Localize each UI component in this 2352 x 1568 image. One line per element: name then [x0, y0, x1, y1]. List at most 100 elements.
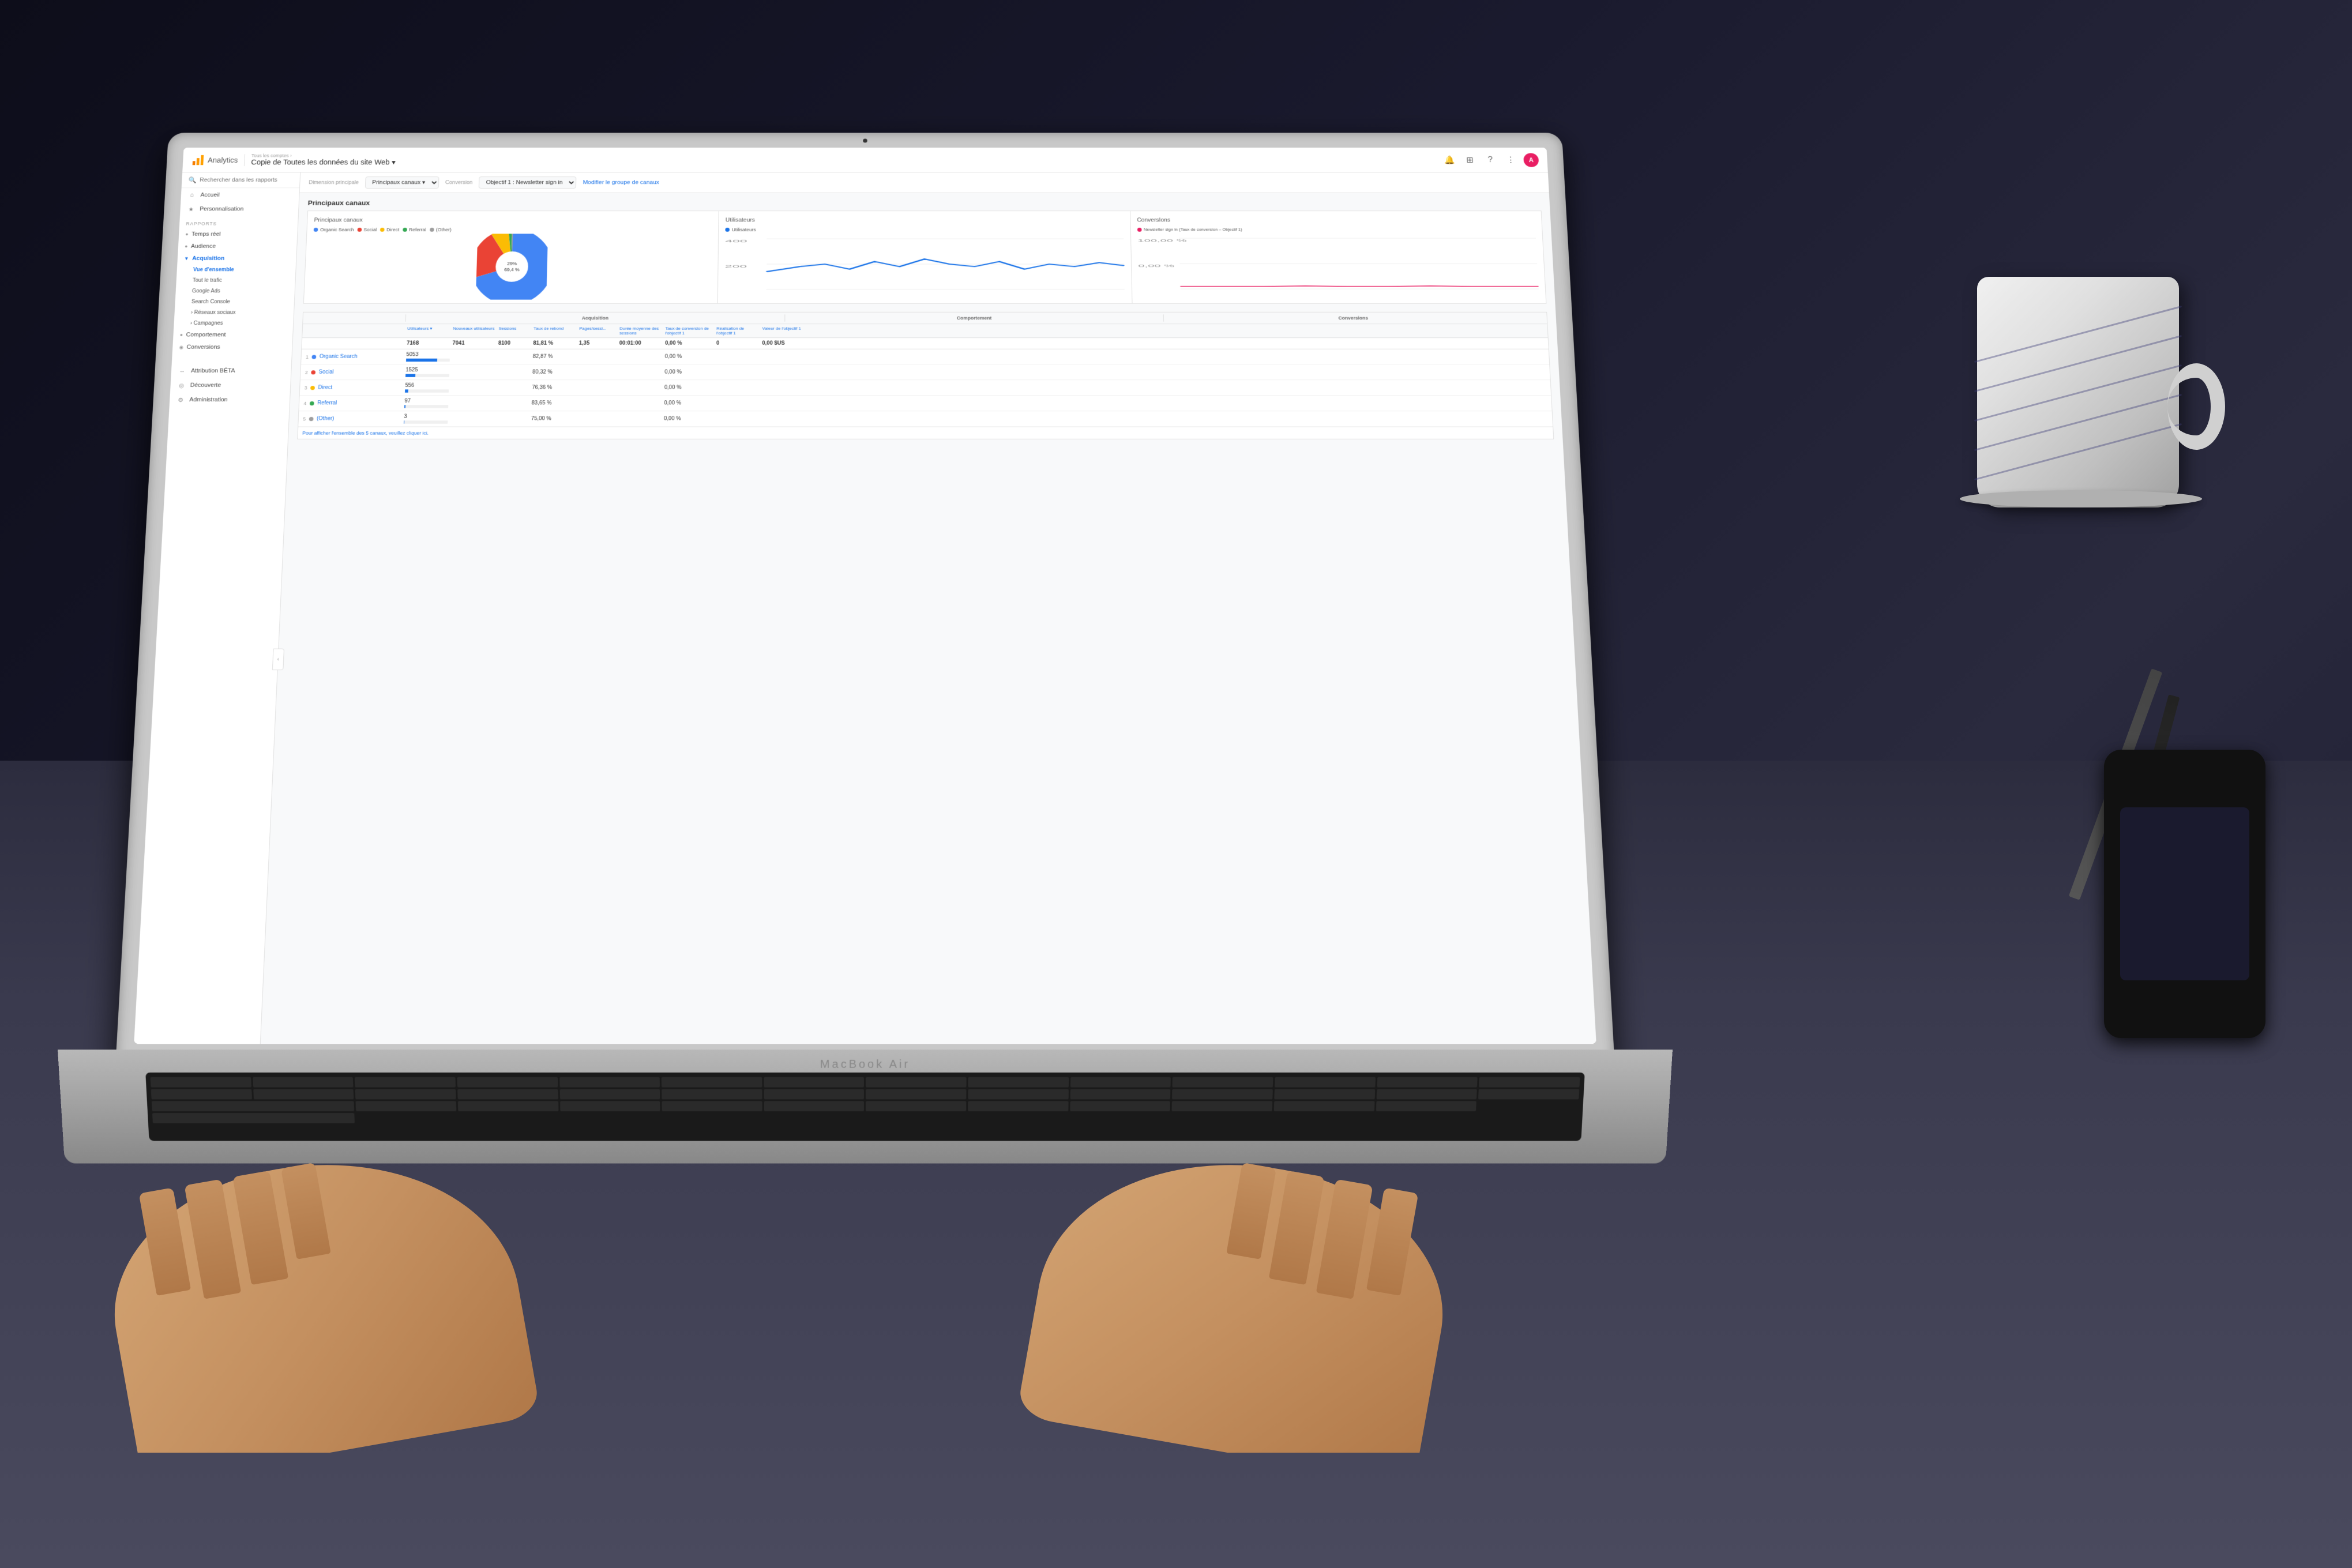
attribution-label: Attribution BÊTA: [191, 368, 235, 374]
key[interactable]: [559, 1077, 660, 1088]
taux-rebond-cell: 83,65 %: [532, 400, 576, 406]
key[interactable]: [559, 1089, 660, 1100]
page-title: Copie de Toutes les données du site Web …: [251, 158, 1436, 167]
sidebar-item-temps-reel[interactable]: ● Temps réel: [179, 228, 298, 240]
table-row: 4 Referral 97 83,65 %0,00 %: [299, 396, 1551, 411]
col-realisation[interactable]: Réalisation de l'objectif 1: [716, 326, 760, 336]
more-icon[interactable]: ⋮: [1503, 153, 1519, 167]
ga-title-section: Tous les comptes › Copie de Toutes les d…: [251, 153, 1436, 167]
pie-chart-panel: Principaux canaux Organic Search Social: [304, 211, 719, 303]
sidebar-item-conversions[interactable]: ◉ Conversions: [172, 341, 292, 353]
pie-chart-container: 29% 69,4 %: [311, 236, 712, 297]
line-chart-users-panel: Utilisateurs Utilisateurs 400: [718, 211, 1132, 303]
conv-line-chart: 100,00 % 0,00 % 3 août 10 août: [1137, 236, 1539, 296]
objectif-select[interactable]: Objectif 1 : Newsletter sign in: [479, 176, 576, 189]
user-avatar[interactable]: A: [1523, 153, 1539, 167]
key[interactable]: [1070, 1077, 1171, 1088]
smartphone: [2104, 750, 2265, 1038]
sidebar-item-decouverte[interactable]: ◎ Découverte: [170, 378, 291, 393]
newsletter-dot: [1137, 227, 1142, 231]
key[interactable]: [968, 1077, 1069, 1088]
sidebar-item-google-ads[interactable]: Google Ads: [175, 286, 295, 297]
key[interactable]: [151, 1089, 252, 1100]
principaux-canaux-select[interactable]: Principaux canaux ▾: [365, 176, 439, 189]
col-taux-rebond[interactable]: Taux de rebond: [533, 326, 577, 336]
sidebar-item-tout-trafic[interactable]: Tout le trafic: [176, 275, 295, 285]
key[interactable]: [253, 1089, 354, 1100]
sidebar-item-comportement[interactable]: ● Comportement: [173, 329, 293, 341]
right-hand: [1016, 1131, 1464, 1453]
key[interactable]: [151, 1077, 251, 1088]
sidebar-item-acquisition[interactable]: ▼ Acquisition: [177, 253, 296, 265]
table-footer-link[interactable]: Pour afficher l'ensemble des 5 canaux, v…: [298, 427, 1553, 439]
row-rank: 4: [303, 401, 306, 406]
help-icon[interactable]: ?: [1482, 153, 1498, 167]
sidebar-item-vue-ensemble[interactable]: Vue d'ensemble: [176, 265, 296, 275]
key[interactable]: [1479, 1077, 1580, 1088]
referral-label: Referral: [409, 227, 426, 232]
key[interactable]: [1377, 1077, 1478, 1088]
key[interactable]: [662, 1077, 762, 1088]
expand-icon-audience: ●: [185, 244, 188, 249]
key[interactable]: [764, 1077, 864, 1088]
search-input[interactable]: [200, 177, 294, 183]
key[interactable]: [355, 1077, 456, 1088]
key[interactable]: [1376, 1089, 1477, 1100]
table-section-headers: Acquisition Comportement Conversions: [303, 313, 1547, 324]
key[interactable]: [457, 1077, 558, 1088]
laptop-screen-bezel: Analytics Tous les comptes › Copie de To…: [115, 133, 1615, 1067]
key[interactable]: [1275, 1077, 1376, 1088]
col-utilisateurs[interactable]: Utilisateurs ▾: [407, 326, 451, 336]
mug-handle: [2167, 363, 2225, 450]
sidebar-item-attribution[interactable]: ↔ Attribution BÊTA: [171, 364, 291, 378]
key[interactable]: [1173, 1077, 1273, 1088]
svg-text:0,00 %: 0,00 %: [1138, 264, 1174, 268]
total-utilisateurs: 7168: [407, 341, 450, 347]
total-canal: [306, 341, 405, 347]
col-pages[interactable]: Pages/sessi...: [579, 326, 617, 336]
phone-display: [2120, 807, 2249, 980]
col-valeur[interactable]: Valeur de l'objectif 1: [762, 326, 806, 336]
campagnes-label: › Campagnes: [190, 321, 223, 326]
col-taux-conv[interactable]: Taux de conversion de l'objectif 1: [665, 326, 714, 336]
sidebar-item-search-console[interactable]: Search Console: [175, 296, 294, 307]
key[interactable]: [355, 1089, 456, 1100]
col-nouveaux[interactable]: Nouveaux utilisateurs: [453, 326, 497, 336]
grid-icon[interactable]: ⊞: [1462, 153, 1478, 167]
comportement-label: Comportement: [186, 332, 226, 338]
key[interactable]: [457, 1089, 558, 1100]
key[interactable]: [1172, 1089, 1273, 1100]
sidebar-item-personnalisation[interactable]: ★ Personnalisation: [180, 202, 299, 216]
channel-name[interactable]: 2 Social: [305, 369, 404, 375]
key[interactable]: [968, 1089, 1068, 1100]
col-sessions[interactable]: Sessions: [498, 326, 531, 336]
channel-name[interactable]: 4 Referral: [303, 400, 402, 406]
key[interactable]: [764, 1089, 864, 1100]
channel-name[interactable]: 1 Organic Search: [306, 354, 404, 360]
notification-icon[interactable]: 🔔: [1442, 153, 1457, 167]
channel-name[interactable]: 5 (Other): [303, 416, 402, 422]
sidebar-item-audience[interactable]: ● Audience: [178, 240, 296, 253]
utilisateurs-dot: [726, 228, 730, 232]
col-duree[interactable]: Durée moyenne des sessions: [619, 326, 663, 336]
modifier-link[interactable]: Modifier le groupe de canaux: [583, 179, 659, 185]
key[interactable]: [866, 1089, 966, 1100]
key[interactable]: [866, 1077, 966, 1088]
key[interactable]: [253, 1077, 354, 1088]
total-taux-rebond: 81,81 %: [533, 341, 577, 347]
key[interactable]: [1274, 1089, 1375, 1100]
sidebar-item-accueil[interactable]: ⌂ Accueil: [181, 188, 299, 202]
key[interactable]: [1478, 1089, 1579, 1100]
channel-name[interactable]: 3 Direct: [305, 385, 403, 390]
sidebar-item-campagnes[interactable]: › Campagnes: [174, 318, 294, 329]
newsletter-metric-label: Newsletter sign in (Taux de conversion –…: [1144, 227, 1242, 232]
sidebar-item-administration[interactable]: ⚙ Administration: [170, 393, 290, 407]
sidebar-collapse-button[interactable]: ‹: [272, 649, 284, 670]
sidebar-item-reseaux-sociaux[interactable]: › Réseaux sociaux: [174, 307, 294, 318]
channel-label: Organic Search: [320, 354, 358, 360]
key[interactable]: [662, 1089, 762, 1100]
key[interactable]: [1070, 1089, 1170, 1100]
taux-conv-cell: 0,00 %: [664, 400, 713, 406]
ga-main-area: 🔍 ⌂ Accueil ★ Personnalisation: [134, 172, 1596, 1044]
social-dot: [357, 228, 362, 232]
